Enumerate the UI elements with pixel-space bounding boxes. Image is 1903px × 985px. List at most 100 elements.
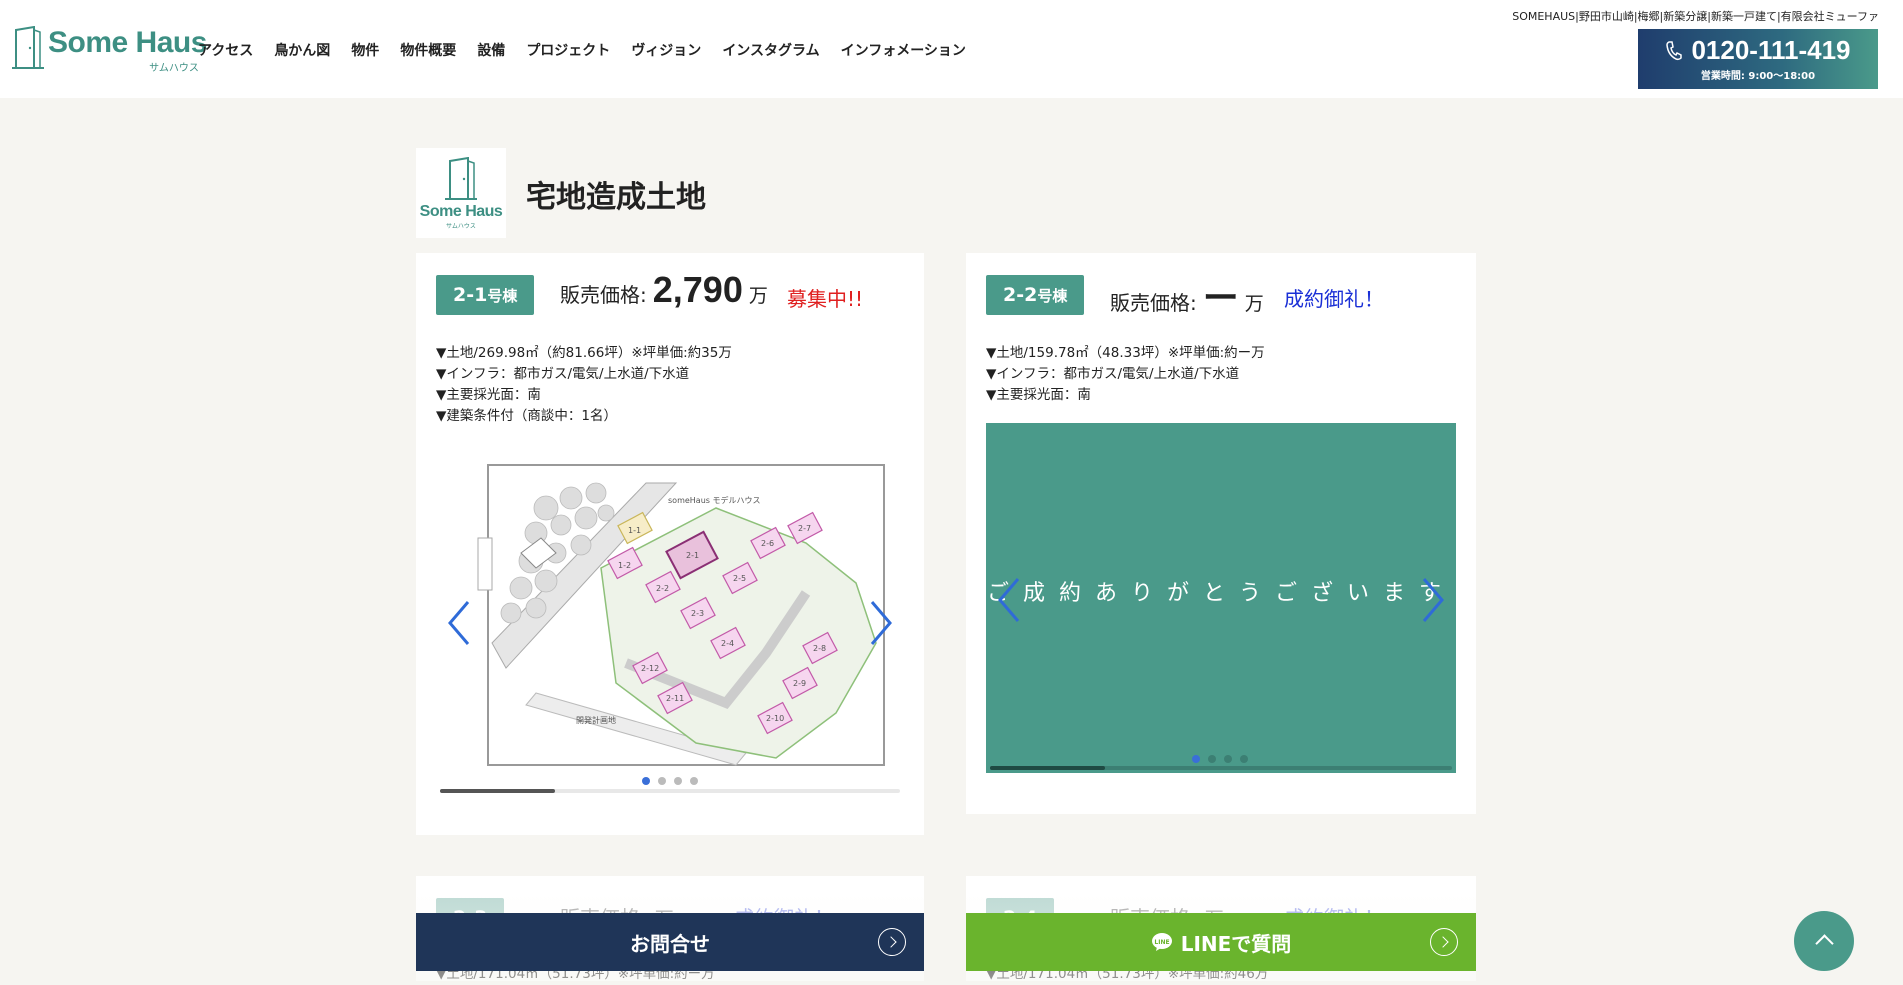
map-label-lot: 2-12	[641, 664, 659, 673]
door-logo-icon	[12, 26, 44, 69]
logo-text: Some Haus	[48, 26, 207, 59]
price-value: ー	[1202, 277, 1239, 318]
section-logo-subtext: サムハウス	[446, 222, 476, 230]
slider-next-arrow[interactable]	[866, 598, 896, 648]
slider-dot[interactable]	[658, 777, 666, 785]
section-logo-text: Some Haus	[419, 202, 503, 220]
door-logo-icon	[445, 156, 477, 200]
lot-badge: 2-2号棟	[986, 275, 1085, 315]
page-top-button[interactable]	[1794, 911, 1888, 971]
lot-number: 2-1	[453, 284, 488, 306]
property-details: ▼土地/269.98㎡（約81.66坪）※坪単価:約35万 ▼インフラ：都市ガス…	[436, 343, 732, 427]
map-label-lot: 2-3	[691, 609, 704, 618]
lot-number: 2-2	[1003, 284, 1038, 306]
price-unit: 万	[748, 285, 768, 307]
line-icon-text: LINE	[1154, 939, 1169, 946]
price: 販売価格: 2,790 万	[560, 269, 768, 311]
map-label-lot: 2-10	[766, 714, 784, 723]
lot-suffix: 号棟	[487, 287, 518, 305]
slider-dot[interactable]	[1240, 755, 1248, 763]
contact-label: お問合せ	[630, 931, 710, 956]
nav-access[interactable]: アクセス	[198, 40, 253, 60]
property-card: 2-2号棟 販売価格: ー 万 成約御礼！ ▼土地/159.78㎡（48.33坪…	[966, 253, 1476, 814]
phone-number: 0120-111-419	[1691, 35, 1851, 65]
price-label: 販売価格:	[560, 283, 647, 307]
map-label-lot: 2-5	[733, 574, 746, 583]
slider-dot[interactable]	[1208, 755, 1216, 763]
detail-light: ▼主要採光面：南	[986, 387, 1091, 403]
nav-property[interactable]: 物件	[351, 40, 379, 60]
slider-dot[interactable]	[642, 777, 650, 785]
section-title: 宅地造成土地	[526, 180, 706, 215]
nav-vision[interactable]: ヴィジョン	[631, 40, 701, 60]
site-plan-image: someHaus モデルハウス 1-1 1-2 2-1 2-2 2-3 2-4 …	[477, 464, 885, 766]
map-label-lot: 2-1	[686, 551, 699, 560]
nav-project[interactable]: プロジェクト	[526, 40, 610, 60]
bottom-fade	[0, 893, 1903, 981]
slider-scrollbar[interactable]	[990, 766, 1452, 770]
status-badge: 成約御礼！	[1284, 287, 1384, 311]
price: 販売価格: ー 万	[1110, 269, 1264, 321]
map-label-lot: 2-7	[798, 524, 811, 533]
slider-prev-arrow[interactable]	[444, 598, 474, 648]
status-badge: 募集中!!	[787, 287, 864, 311]
detail-land: ▼土地/159.78㎡（48.33坪）※坪単価:約ー万	[986, 345, 1265, 361]
property-card: 2-1号棟 販売価格: 2,790 万 募集中!! ▼土地/269.98㎡（約8…	[416, 253, 924, 835]
detail-condition: ▼建築条件付（商談中：1名）	[436, 408, 617, 424]
slider-dot[interactable]	[674, 777, 682, 785]
map-label-model-house: someHaus モデルハウス	[668, 495, 760, 505]
map-label-lot: 2-11	[666, 694, 684, 703]
sold-thanks-message: ご成約ありがとうございます	[986, 581, 1455, 606]
slider-dot[interactable]	[1192, 755, 1200, 763]
slider-prev-arrow[interactable]	[994, 575, 1024, 625]
nav-birdseye[interactable]: 鳥かん図	[274, 40, 330, 60]
logo-subtext: サムハウス	[149, 63, 199, 74]
price-unit: 万	[1244, 293, 1264, 315]
nav-property-overview[interactable]: 物件概要	[400, 40, 456, 60]
section-logo: Some Haus サムハウス	[416, 148, 506, 238]
main-nav: アクセス 鳥かん図 物件 物件概要 設備 プロジェクト ヴィジョン インスタグラ…	[198, 40, 987, 60]
header-tagline: SOMEHAUS|野田市山崎|梅郷|新築分譲|新築一戸建て|有限会社ミューファ	[1512, 10, 1879, 23]
map-label-lot: 2-9	[793, 679, 806, 688]
chevron-right-icon	[1430, 928, 1458, 956]
phone-icon	[1666, 40, 1683, 60]
lot-badge: 2-1号棟	[436, 275, 535, 315]
slider-dot[interactable]	[1224, 755, 1232, 763]
map-label-lot: 2-6	[761, 539, 774, 548]
map-label-lot: 2-8	[813, 644, 826, 653]
chevron-up-icon	[1794, 911, 1854, 971]
detail-light: ▼主要採光面：南	[436, 387, 541, 403]
map-label-lot: 2-2	[656, 584, 669, 593]
nav-instagram[interactable]: インスタグラム	[722, 40, 819, 60]
slider-dots	[1192, 755, 1248, 763]
contact-button[interactable]: お問合せ	[416, 913, 924, 971]
lot-suffix: 号棟	[1037, 287, 1068, 305]
slider-scrollbar[interactable]	[440, 789, 900, 793]
slider-dot[interactable]	[690, 777, 698, 785]
site-logo[interactable]: Some Haus サムハウス	[12, 26, 207, 74]
slider-scroll-thumb[interactable]	[440, 789, 555, 793]
detail-infra: ▼インフラ：都市ガス/電気/上水道/下水道	[436, 366, 690, 382]
business-hours: 営業時間: 9:00〜18:00	[1700, 71, 1816, 82]
slider-next-arrow[interactable]	[1418, 575, 1448, 625]
map-label-lot: 2-4	[721, 639, 734, 648]
map-label-lot: 1-2	[618, 561, 631, 570]
image-slider[interactable]: someHaus モデルハウス 1-1 1-2 2-1 2-2 2-3 2-4 …	[436, 453, 906, 813]
price-label: 販売価格:	[1110, 291, 1197, 315]
map-label-lot: 1-1	[628, 526, 641, 535]
price-value: 2,790	[652, 269, 743, 310]
map-label-dev-plan: 開発計画地	[576, 715, 616, 725]
line-chat-icon: LINE	[1151, 933, 1172, 951]
detail-infra: ▼インフラ：都市ガス/電気/上水道/下水道	[986, 366, 1240, 382]
line-question-label: LINEで質問	[1180, 931, 1292, 956]
property-details: ▼土地/159.78㎡（48.33坪）※坪単価:約ー万 ▼インフラ：都市ガス/電…	[986, 343, 1265, 406]
chevron-right-icon	[878, 928, 906, 956]
site-header: Some Haus サムハウス アクセス 鳥かん図 物件 物件概要 設備 プロジ…	[0, 0, 1903, 98]
nav-equipment[interactable]: 設備	[477, 40, 505, 60]
slider-scroll-thumb[interactable]	[990, 766, 1105, 770]
line-question-button[interactable]: LINE LINEで質問	[966, 913, 1476, 971]
nav-information[interactable]: インフォメーション	[841, 40, 966, 60]
image-slider[interactable]: ご成約ありがとうございます	[986, 423, 1456, 773]
phone-button[interactable]: 0120-111-419 営業時間: 9:00〜18:00	[1638, 29, 1878, 89]
detail-land: ▼土地/269.98㎡（約81.66坪）※坪単価:約35万	[436, 345, 732, 361]
